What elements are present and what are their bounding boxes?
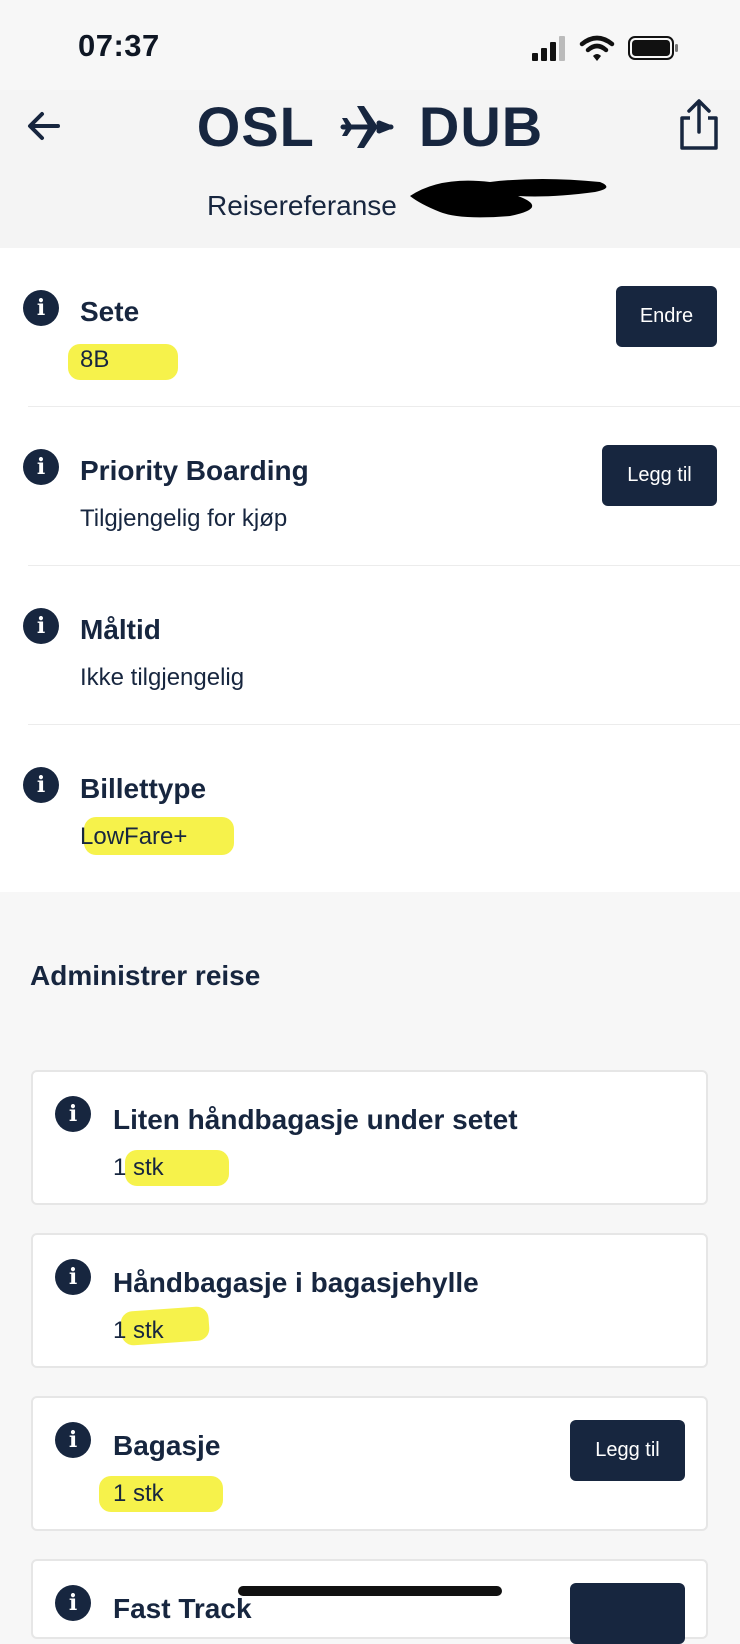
- add-priority-boarding-button[interactable]: Legg til: [602, 445, 717, 506]
- status-time: 07:37: [78, 28, 160, 63]
- ticket-type-value: LowFare+: [80, 823, 188, 850]
- detail-title: Priority Boarding: [80, 455, 309, 486]
- booking-reference-label: Reisereferanse: [207, 190, 397, 221]
- detail-row-ticket-type: i Billettype LowFare+: [0, 725, 740, 884]
- priority-boarding-value: Tilgjengelig for kjøp: [80, 505, 288, 532]
- trip-header: OSL DUB Reisereferanse: [0, 90, 740, 248]
- status-icons: [532, 35, 678, 61]
- info-icon[interactable]: i: [55, 1096, 91, 1132]
- airplane-icon: [340, 106, 394, 149]
- info-icon[interactable]: i: [23, 608, 59, 644]
- card-small-cabin-bag[interactable]: i Liten håndbagasje under setet 1 stk: [31, 1070, 708, 1205]
- wifi-icon: [579, 35, 615, 61]
- route-title: OSL DUB: [0, 94, 740, 159]
- info-icon[interactable]: i: [55, 1585, 91, 1621]
- info-icon[interactable]: i: [55, 1259, 91, 1295]
- detail-title: Måltid: [80, 614, 161, 645]
- battery-icon: [628, 36, 678, 60]
- card-title: Håndbagasje i bagasjehylle: [113, 1267, 479, 1298]
- seat-value: 8B: [80, 346, 110, 373]
- info-icon[interactable]: i: [55, 1422, 91, 1458]
- meal-value: Ikke tilgjengelig: [80, 664, 245, 691]
- change-seat-button[interactable]: Endre: [616, 286, 717, 347]
- card-title: Bagasje: [113, 1430, 221, 1461]
- info-icon[interactable]: i: [23, 290, 59, 326]
- origin-code: OSL: [196, 95, 315, 158]
- card-title: Fast Track: [113, 1593, 252, 1624]
- destination-code: DUB: [418, 95, 544, 158]
- card-value: 1 stk: [113, 1154, 164, 1181]
- status-bar: 07:37: [0, 0, 740, 90]
- card-value: 1 stk: [113, 1480, 164, 1507]
- cellular-signal-icon: [532, 36, 565, 61]
- booking-details-list: i Sete 8B Endre i Priority Boarding Tilg…: [0, 248, 740, 892]
- card-value: 1 stk: [113, 1317, 164, 1344]
- fast-track-button[interactable]: [570, 1583, 685, 1644]
- redaction-scribble: [410, 179, 607, 218]
- info-icon[interactable]: i: [23, 449, 59, 485]
- home-indicator[interactable]: [238, 1586, 502, 1596]
- card-cabin-bag-overhead[interactable]: i Håndbagasje i bagasjehylle 1 stk: [31, 1233, 708, 1368]
- detail-row-seat: i Sete 8B Endre: [0, 248, 740, 407]
- card-checked-baggage[interactable]: i Bagasje 1 stk Legg til: [31, 1396, 708, 1531]
- detail-row-meal: i Måltid Ikke tilgjengelig: [0, 566, 740, 725]
- card-fast-track[interactable]: i Fast Track: [31, 1559, 708, 1644]
- info-icon[interactable]: i: [23, 767, 59, 803]
- detail-title: Sete: [80, 296, 140, 327]
- add-baggage-button[interactable]: Legg til: [570, 1420, 685, 1481]
- share-icon[interactable]: [676, 98, 722, 152]
- card-title: Liten håndbagasje under setet: [113, 1104, 518, 1135]
- section-title-manage-trip: Administrer reise: [30, 960, 261, 991]
- detail-title: Billettype: [80, 773, 207, 804]
- detail-row-priority-boarding: i Priority Boarding Tilgjengelig for kjø…: [0, 407, 740, 566]
